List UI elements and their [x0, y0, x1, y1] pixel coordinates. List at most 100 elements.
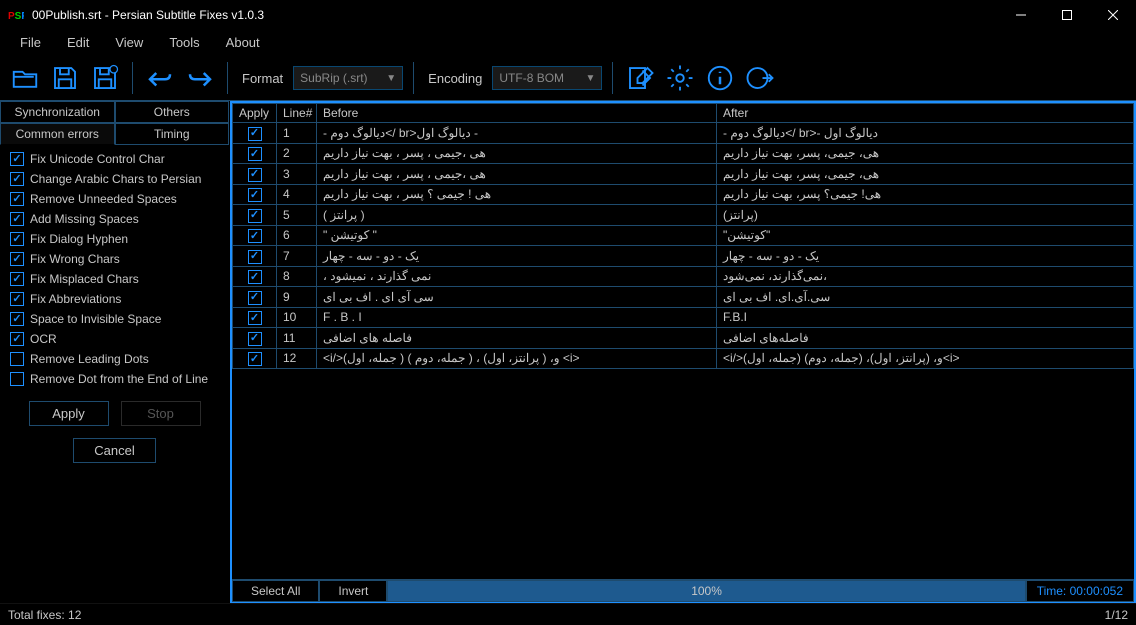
status-position: 1/12 [1105, 608, 1128, 622]
checkbox[interactable] [10, 352, 24, 366]
option-item[interactable]: Add Missing Spaces [6, 211, 223, 227]
cell-apply[interactable] [233, 348, 277, 369]
tab-others[interactable]: Others [115, 101, 230, 123]
checkbox[interactable] [248, 311, 262, 325]
checkbox[interactable] [10, 212, 24, 226]
option-item[interactable]: OCR [6, 331, 223, 347]
checkbox[interactable] [10, 172, 24, 186]
sidebar: Synchronization Others Common errors Tim… [0, 101, 230, 603]
option-label: Fix Misplaced Chars [30, 272, 139, 286]
checkbox[interactable] [10, 232, 24, 246]
option-item[interactable]: Fix Unicode Control Char [6, 151, 223, 167]
save-as-button[interactable] [88, 61, 122, 95]
table-row[interactable]: 1- دیالوگ دوم</ br>دیالوگ اول -- دیالوگ … [233, 123, 1134, 144]
option-item[interactable]: Fix Wrong Chars [6, 251, 223, 267]
checkbox[interactable] [10, 332, 24, 346]
checkbox[interactable] [10, 312, 24, 326]
option-item[interactable]: Space to Invisible Space [6, 311, 223, 327]
menu-view[interactable]: View [103, 31, 155, 54]
checkbox[interactable] [248, 168, 262, 182]
cell-apply[interactable] [233, 143, 277, 164]
minimize-button[interactable] [998, 0, 1044, 30]
table-row[interactable]: 2هی ،جیمی ، پسر ، بهت نیاز داریمهی، جیمی… [233, 143, 1134, 164]
tab-synchronization[interactable]: Synchronization [0, 101, 115, 123]
option-item[interactable]: Remove Leading Dots [6, 351, 223, 367]
table-row[interactable]: 7یک - دو - سه - چهاریک - دو - سه - چهار [233, 246, 1134, 267]
cell-after: <i/>(جمله، اول) و، (پرانتز، اول)، (جمله،… [717, 348, 1134, 369]
stop-button[interactable]: Stop [121, 401, 201, 426]
option-item[interactable]: Remove Unneeded Spaces [6, 191, 223, 207]
checkbox[interactable] [10, 152, 24, 166]
cell-after: هی، جیمی، پسر، بهت نیاز داریم [717, 164, 1134, 185]
cell-apply[interactable] [233, 307, 277, 328]
cell-apply[interactable] [233, 287, 277, 308]
table-row[interactable]: 11فاصله های اضافیفاصله‌های اضافی [233, 328, 1134, 349]
cell-apply[interactable] [233, 123, 277, 144]
grid-wrap[interactable]: Apply Line# Before After 1- دیالوگ دوم</… [232, 103, 1134, 579]
checkbox[interactable] [248, 229, 262, 243]
cancel-button[interactable]: Cancel [73, 438, 155, 463]
info-button[interactable] [703, 61, 737, 95]
menu-file[interactable]: File [8, 31, 53, 54]
checkbox[interactable] [248, 352, 262, 366]
format-combo[interactable]: SubRip (.srt) ▼ [293, 66, 403, 90]
table-row[interactable]: 9سی آی ای . اف بی ایسی.آی.ای. اف بی ای [233, 287, 1134, 308]
option-item[interactable]: Remove Dot from the End of Line [6, 371, 223, 387]
main-area: Synchronization Others Common errors Tim… [0, 100, 1136, 603]
encoding-combo[interactable]: UTF-8 BOM ▼ [492, 66, 602, 90]
cell-apply[interactable] [233, 246, 277, 267]
col-header-line[interactable]: Line# [277, 104, 317, 123]
option-item[interactable]: Fix Dialog Hyphen [6, 231, 223, 247]
save-button[interactable] [48, 61, 82, 95]
table-row[interactable]: 5( پرانتز )(پرانتز) [233, 205, 1134, 226]
settings-button[interactable] [663, 61, 697, 95]
open-file-button[interactable] [8, 61, 42, 95]
checkbox[interactable] [10, 192, 24, 206]
menu-about[interactable]: About [214, 31, 272, 54]
redo-button[interactable] [183, 61, 217, 95]
menu-tools[interactable]: Tools [157, 31, 211, 54]
maximize-button[interactable] [1044, 0, 1090, 30]
checkbox[interactable] [10, 292, 24, 306]
col-header-after[interactable]: After [717, 104, 1134, 123]
undo-button[interactable] [143, 61, 177, 95]
col-header-before[interactable]: Before [317, 104, 717, 123]
checkbox[interactable] [248, 127, 262, 141]
checkbox[interactable] [248, 250, 262, 264]
table-row[interactable]: 4هی ! جیمی ؟ پسر ، بهت نیاز داریمهی! جیم… [233, 184, 1134, 205]
cell-apply[interactable] [233, 205, 277, 226]
checkbox[interactable] [10, 272, 24, 286]
cell-apply[interactable] [233, 225, 277, 246]
menu-edit[interactable]: Edit [55, 31, 101, 54]
invert-button[interactable]: Invert [319, 580, 387, 602]
cell-apply[interactable] [233, 184, 277, 205]
table-row[interactable]: 6" کوتیشن ""کوتیشن" [233, 225, 1134, 246]
option-item[interactable]: Fix Abbreviations [6, 291, 223, 307]
option-item[interactable]: Fix Misplaced Chars [6, 271, 223, 287]
checkbox[interactable] [248, 332, 262, 346]
checkbox[interactable] [248, 270, 262, 284]
table-row[interactable]: 3هی ،جیمی ، پسر ، بهت نیاز داریمهی، جیمی… [233, 164, 1134, 185]
tab-timing[interactable]: Timing [115, 123, 230, 145]
select-all-button[interactable]: Select All [232, 580, 319, 602]
table-row[interactable]: 8، نمی گذارند ، نمیشودنمی‌گذارند، نمی‌شو… [233, 266, 1134, 287]
col-header-apply[interactable]: Apply [233, 104, 277, 123]
checkbox[interactable] [248, 188, 262, 202]
cell-apply[interactable] [233, 164, 277, 185]
tab-common-errors[interactable]: Common errors [0, 123, 115, 145]
cell-before: <i/>(جمله، اول ) و، ( پرانتز، اول) ، ( ج… [317, 348, 717, 369]
cell-apply[interactable] [233, 328, 277, 349]
checkbox[interactable] [248, 147, 262, 161]
close-button[interactable] [1090, 0, 1136, 30]
checkbox[interactable] [248, 291, 262, 305]
checkbox[interactable] [10, 252, 24, 266]
checkbox[interactable] [248, 209, 262, 223]
option-item[interactable]: Change Arabic Chars to Persian [6, 171, 223, 187]
exit-button[interactable] [743, 61, 777, 95]
table-row[interactable]: 10F . B . IF.B.I [233, 307, 1134, 328]
checkbox[interactable] [10, 372, 24, 386]
edit-button[interactable] [623, 61, 657, 95]
table-row[interactable]: 12<i/>(جمله، اول ) و، ( پرانتز، اول) ، (… [233, 348, 1134, 369]
apply-button[interactable]: Apply [29, 401, 109, 426]
cell-apply[interactable] [233, 266, 277, 287]
